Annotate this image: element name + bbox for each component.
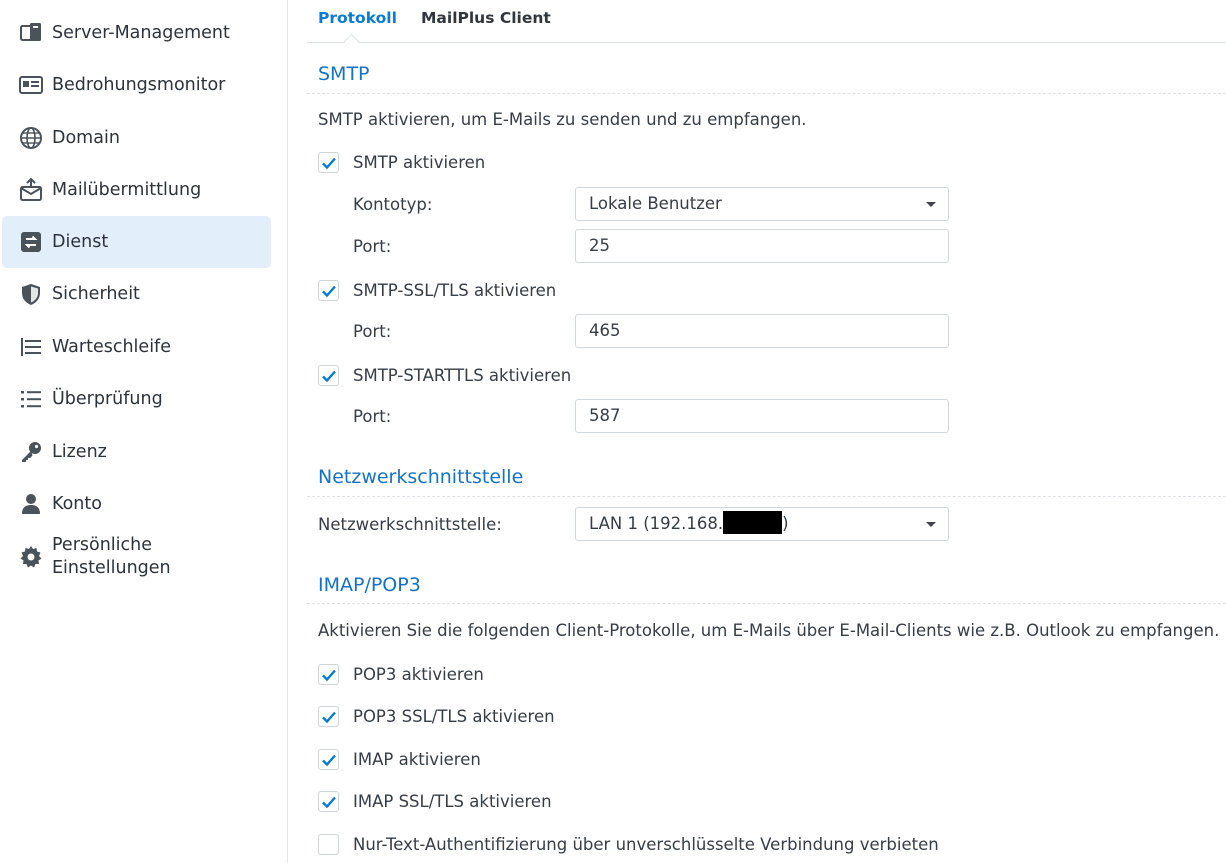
plaintext-auth-label: Nur-Text-Authentifizierung über unversch… (353, 834, 939, 854)
account-type-label: Kontotyp: (353, 195, 433, 214)
mail-delivery-icon (19, 178, 43, 202)
sidebar-item-label: Domain (52, 127, 120, 148)
section-divider (307, 93, 1226, 94)
tab-mailplus-client[interactable]: MailPlus Client (421, 9, 551, 27)
sidebar-item-label: Dienst (52, 231, 109, 252)
sidebar-item-queue[interactable]: Warteschleife (2, 321, 271, 373)
account-type-value: Lokale Benutzer (589, 194, 722, 213)
queue-icon (19, 335, 43, 359)
server-management-icon (19, 21, 43, 45)
sidebar-item-label: Server-Management (52, 22, 230, 43)
pop3-checkbox[interactable] (318, 663, 339, 685)
plaintext-auth-checkbox[interactable] (318, 833, 339, 855)
sidebar-item-server-management[interactable]: Server-Management (2, 7, 271, 59)
smtp-starttls-port-input[interactable]: 587 (575, 399, 949, 433)
sidebar-item-personal-settings[interactable]: Persönliche Einstellungen (2, 527, 271, 587)
pop3-checkbox-row[interactable]: POP3 aktivieren (318, 662, 484, 686)
audit-list-icon (19, 387, 43, 411)
pop3-ssl-checkbox-row[interactable]: POP3 SSL/TLS aktivieren (318, 704, 555, 728)
smtp-ssl-port-label: Port: (353, 322, 392, 341)
section-title-smtp: SMTP (318, 63, 370, 85)
sidebar-item-label: Persönliche Einstellungen (52, 535, 171, 578)
imap-ssl-checkbox-row[interactable]: IMAP SSL/TLS aktivieren (318, 789, 552, 813)
sidebar-item-label: Lizenz (52, 441, 107, 462)
checkmark-icon (322, 754, 336, 766)
section-title-imap-pop3: IMAP/POP3 (318, 574, 421, 596)
smtp-ssl-checkbox-row[interactable]: SMTP-SSL/TLS aktivieren (318, 278, 556, 302)
plaintext-auth-checkbox-row[interactable]: Nur-Text-Authentifizierung über unversch… (318, 832, 939, 856)
smtp-ssl-label: SMTP-SSL/TLS aktivieren (353, 280, 557, 300)
imap-checkbox-row[interactable]: IMAP aktivieren (318, 747, 481, 771)
section-title-network: Netzwerkschnittstelle (318, 466, 524, 488)
sidebar: Server-Management Bedrohungsmonitor Doma… (0, 0, 288, 863)
sidebar-item-label: Warteschleife (52, 336, 171, 357)
network-interface-select[interactable]: LAN 1 (192.168.) (575, 507, 949, 541)
sidebar-item-domain[interactable]: Domain (2, 112, 271, 164)
sidebar-item-security[interactable]: Sicherheit (2, 268, 271, 320)
sidebar-item-dienst[interactable]: Dienst (2, 216, 271, 268)
section-divider (307, 496, 1226, 497)
checkmark-icon (322, 711, 336, 723)
tab-bar: Protokoll MailPlus Client (307, 0, 1226, 50)
imap-ssl-label: IMAP SSL/TLS aktivieren (353, 791, 552, 811)
smtp-ssl-port-input[interactable]: 465 (575, 314, 949, 348)
smtp-starttls-checkbox[interactable] (318, 364, 339, 386)
imap-description: Aktivieren Sie die folgenden Client-Prot… (318, 621, 1220, 640)
sidebar-item-label: Mailübermittlung (52, 179, 202, 200)
checkmark-icon (322, 669, 336, 681)
sidebar-item-label: Bedrohungsmonitor (52, 74, 226, 95)
sidebar-item-account[interactable]: Konto (2, 478, 271, 530)
person-icon (19, 492, 43, 516)
checkmark-icon (322, 285, 336, 297)
sidebar-item-license[interactable]: Lizenz (2, 426, 271, 478)
imap-label: IMAP aktivieren (353, 749, 481, 769)
checkmark-icon (322, 370, 336, 382)
smtp-enable-checkbox-row[interactable]: SMTP aktivieren (318, 150, 485, 174)
active-tab-indicator (343, 33, 360, 50)
globe-icon (19, 126, 43, 150)
imap-checkbox[interactable] (318, 748, 339, 770)
network-interface-value: LAN 1 (192.168.) (589, 511, 789, 534)
pop3-ssl-label: POP3 SSL/TLS aktivieren (353, 706, 555, 726)
chevron-down-icon (926, 202, 936, 207)
chevron-down-icon (926, 522, 936, 527)
network-interface-label: Netzwerkschnittstelle: (318, 515, 502, 534)
smtp-enable-checkbox[interactable] (318, 151, 339, 173)
sidebar-item-threat-monitor[interactable]: Bedrohungsmonitor (2, 59, 271, 111)
pop3-label: POP3 aktivieren (353, 664, 484, 684)
checkmark-icon (322, 157, 336, 169)
smtp-port-input[interactable]: 25 (575, 229, 949, 263)
sidebar-item-audit[interactable]: Überprüfung (2, 373, 271, 425)
smtp-starttls-label: SMTP-STARTTLS aktivieren (353, 365, 572, 385)
key-icon (19, 440, 43, 464)
smtp-starttls-checkbox-row[interactable]: SMTP-STARTTLS aktivieren (318, 363, 571, 387)
threat-monitor-icon (19, 73, 43, 97)
shield-icon (19, 282, 43, 306)
main-panel: Protokoll MailPlus Client SMTP SMTP akti… (307, 0, 1226, 863)
account-type-select[interactable]: Lokale Benutzer (575, 187, 949, 221)
gear-icon (19, 545, 43, 569)
smtp-port-label: Port: (353, 237, 392, 256)
imap-ssl-checkbox[interactable] (318, 790, 339, 812)
smtp-enable-label: SMTP aktivieren (353, 152, 486, 172)
smtp-description: SMTP aktivieren, um E-Mails zu senden un… (318, 110, 807, 129)
tab-protokoll[interactable]: Protokoll (318, 9, 397, 27)
pop3-ssl-checkbox[interactable] (318, 705, 339, 727)
smtp-starttls-port-label: Port: (353, 407, 392, 426)
sidebar-item-label: Konto (52, 493, 102, 514)
sidebar-item-label: Überprüfung (52, 388, 163, 409)
sidebar-item-label: Sicherheit (52, 283, 140, 304)
smtp-ssl-checkbox[interactable] (318, 279, 339, 301)
sidebar-item-mail-delivery[interactable]: Mailübermittlung (2, 164, 271, 216)
redacted-ip-block (723, 511, 783, 534)
section-divider (307, 603, 1226, 604)
checkmark-icon (322, 796, 336, 808)
service-icon (19, 230, 43, 254)
